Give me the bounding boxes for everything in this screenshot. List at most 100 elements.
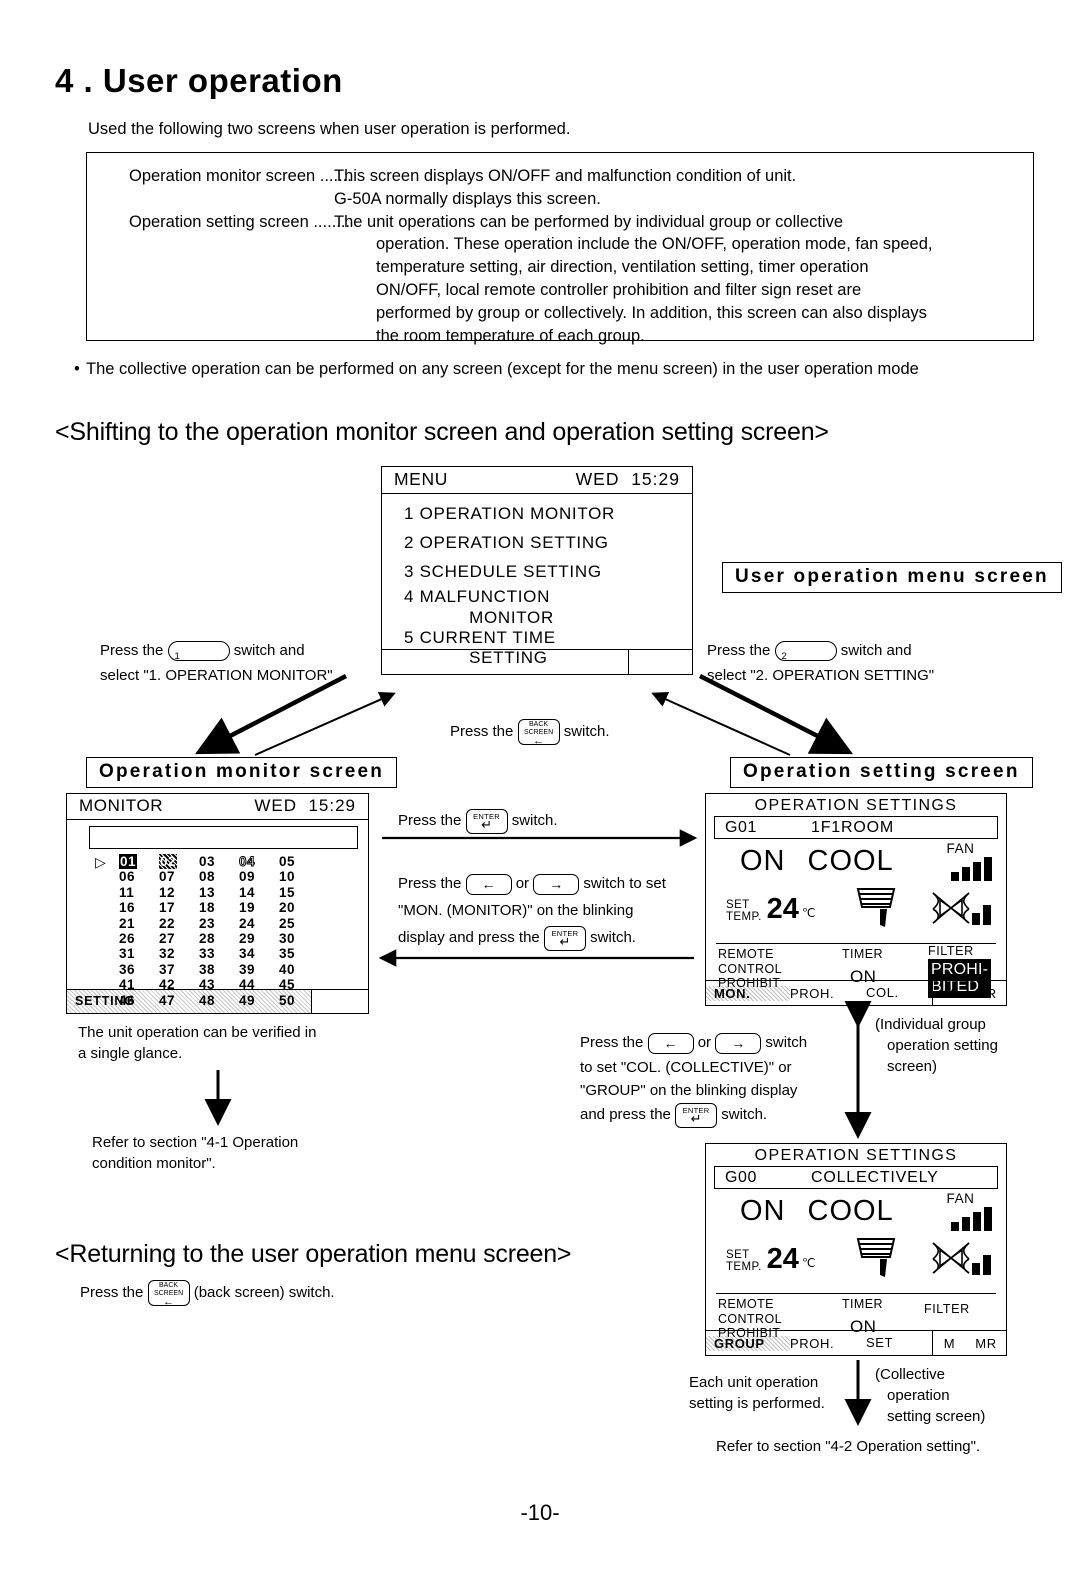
monitor-group-cell[interactable]: 09 [239,869,255,884]
monitor-group-cell[interactable]: 32 [159,946,175,961]
monitor-group-cell[interactable]: 27 [159,931,175,946]
ventilation-icon [932,892,970,924]
enter-key-button[interactable]: ENTER ↵ [465,808,508,834]
monitor-group-cell[interactable]: 15 [279,885,295,900]
right-arrow-key-button[interactable]: → [715,1032,762,1054]
intro-text: Used the following two screens when user… [88,120,571,138]
section-heading-shifting: <Shifting to the operation monitor scree… [55,418,829,446]
monitor-group-cell[interactable]: 22 [159,916,175,931]
monitor-group-cell[interactable]: 07 [159,869,175,884]
monitor-group-cell[interactable]: 29 [239,931,255,946]
manual-page: 4 . User operation Used the following tw… [0,0,1080,1576]
enter-key-button[interactable]: ENTER ↵ [543,925,586,951]
ops-footer-tab-group[interactable]: GROUP [706,1335,790,1351]
monitor-group-cell[interactable]: 17 [159,900,175,915]
monitor-group-cell[interactable]: 10 [279,869,295,884]
press-label: Press the [100,642,164,659]
ops-collective-filter: FILTER [924,1302,970,1316]
ops-footer-tab-proh[interactable]: PROH. [790,1336,866,1351]
monitor-group-cell[interactable]: 23 [199,916,215,931]
monitor-group-cell[interactable]: 36 [119,962,135,977]
menu-item-malfunction[interactable]: 4 MALFUNCTION [404,586,692,608]
ops-individual-footer-bar: MON. PROH. COL. M MR [706,980,1006,1005]
ops-footer-tab-proh[interactable]: PROH. [790,986,866,1001]
key-1-button[interactable]: 1 [167,641,230,662]
arrow-monitor-back-to-menu [254,691,396,756]
menu-item-operation-monitor[interactable]: 1 OPERATION MONITOR [404,499,692,528]
monitor-group-cell[interactable]: 40 [279,962,295,977]
monitor-group-cell[interactable]: 33 [199,946,215,961]
menu-item-schedule-setting[interactable]: 3 SCHEDULE SETTING [404,557,692,586]
left-arrow-key-button[interactable]: ← [647,1032,694,1054]
monitor-group-cell[interactable]: 35 [279,946,295,961]
monitor-group-cell-wrap: 27 [159,931,199,946]
monitor-group-cell[interactable]: 11 [119,885,134,900]
menu-item-current-time[interactable]: 5 CURRENT TIME [404,627,692,648]
monitor-title: MONITOR [79,796,164,815]
menu-item-operation-setting[interactable]: 2 OPERATION SETTING [404,528,692,557]
monitor-group-cell[interactable]: 20 [279,900,295,915]
monitor-group-cell[interactable]: 12 [159,885,175,900]
monitor-group-cell-wrap: 18 [199,900,239,915]
monitor-group-cell[interactable]: 21 [119,916,135,931]
ops-collective-footer-bar: GROUP PROH. SET M MR [706,1330,1006,1355]
monitor-group-cell[interactable]: 04 [238,854,255,870]
monitor-group-cell[interactable]: 28 [199,931,215,946]
monitor-group-grid: 01 02 03 04 05 06 07 08 09 10 11 12 13 14 15 16 17 18 19 20… [119,854,368,1008]
enter-key-button[interactable]: ENTER ↵ [675,1102,718,1128]
monitor-group-cell[interactable]: 14 [239,885,255,900]
menu-footer-bar [382,649,692,674]
monitor-group-cell[interactable]: 05 [279,854,295,869]
ops-footer-tab-col[interactable]: COL. [866,981,933,1005]
ops-collective-settemp-label: SET TEMP. [726,1249,762,1273]
back-screen-key-button[interactable]: BACK SCREEN ← [147,1280,190,1308]
ops-footer-tab-m[interactable]: M [933,986,966,1001]
monitor-group-cell[interactable]: 39 [239,962,255,977]
right-arrow-key-button[interactable]: → [533,873,580,895]
monitor-group-cell[interactable]: 30 [279,931,295,946]
monitor-group-cell[interactable]: 01 [119,854,138,870]
ops-footer-tab-m[interactable]: M [933,1336,966,1351]
ops-individual-ventilation [930,891,991,925]
monitor-group-cell-wrap: 25 [279,916,319,931]
ops-footer-tab-mon[interactable]: MON. [706,985,790,1001]
menu-clock: WED 15:29 [576,469,680,490]
ops-individual-power: ON [740,845,786,877]
note-individual-group-screen: (Individual group operation setting scre… [875,1014,998,1077]
monitor-group-cell[interactable]: 25 [279,916,295,931]
monitor-group-cell[interactable]: 08 [199,869,215,884]
monitor-group-cell[interactable]: 03 [199,854,215,869]
instruction-set-collective-line4: and press the ENTER ↵ switch. [580,1102,807,1128]
key-2-button[interactable]: 2 [774,641,837,662]
monitor-group-cell[interactable]: 06 [119,869,135,884]
monitor-group-cell[interactable]: 31 [119,946,135,961]
ops-collective-fan: FAN [946,1191,992,1231]
back-key-line1: BACK [529,721,549,729]
monitor-group-cell[interactable]: 19 [239,900,255,915]
monitor-group-cell[interactable]: 13 [199,885,215,900]
monitor-group-cell[interactable]: 37 [159,962,175,977]
ops-footer-tab-mr[interactable]: MR [966,986,1006,1001]
monitor-group-cell[interactable]: 26 [119,931,135,946]
monitor-group-cell-wrap: 07 [159,869,199,884]
press-label: Press the [398,812,462,829]
ops-collective-fan-label: FAN [946,1191,975,1206]
back-screen-key-button[interactable]: BACK SCREEN ← [517,719,560,747]
ops-footer-tab-mr[interactable]: MR [966,1336,1006,1351]
monitor-group-cell[interactable]: 18 [199,900,215,915]
back-screen-suffix-label: (back screen) switch. [193,1284,335,1301]
note-refer-4-1: Refer to section "4-1 Operation conditio… [92,1132,298,1174]
monitor-group-cell[interactable]: 24 [239,916,255,931]
note-collective-screen: (Collective operation setting screen) [875,1364,985,1427]
monitor-group-cell[interactable]: 02 [159,854,178,870]
ops-collective-group-bar: G00 COLLECTIVELY [714,1166,998,1189]
monitor-footer-setting-tab[interactable]: SETTING [67,990,312,1013]
monitor-group-cell[interactable]: 38 [199,962,215,977]
ops-footer-tab-set[interactable]: SET [866,1331,933,1355]
page-title: 4 . User operation [55,62,343,100]
monitor-group-cell[interactable]: 16 [119,900,135,915]
monitor-group-cell[interactable]: 34 [239,946,255,961]
monitor-group-cell-wrap: 09 [239,869,279,884]
verify-line1: The unit operation can be verified in [78,1024,317,1041]
left-arrow-key-button[interactable]: ← [465,873,512,895]
